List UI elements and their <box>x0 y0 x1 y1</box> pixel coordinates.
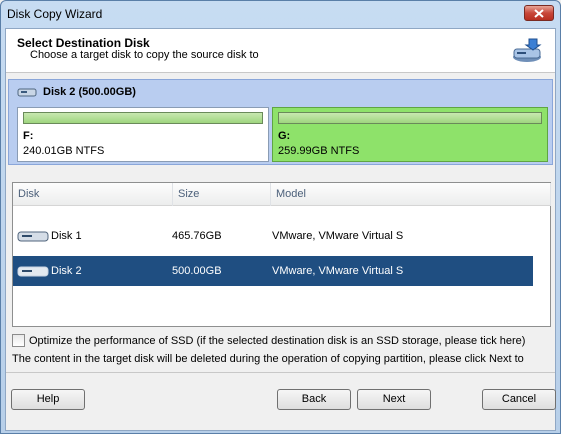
destination-disk-header: Disk 2 (500.00GB) <box>9 80 552 103</box>
table-row[interactable]: Disk 1 465.76GB VMware, VMware Virtual S <box>13 221 533 251</box>
close-icon <box>534 8 544 18</box>
partition-usage-bar <box>23 112 263 124</box>
warning-note: The content in the target disk will be d… <box>12 353 524 365</box>
wizard-header: Select Destination Disk Choose a target … <box>6 29 555 73</box>
partition-info: 259.99GB NTFS <box>278 145 360 157</box>
disk-table: Disk Size Model Disk 1 465.76GB VMware, … <box>12 182 551 327</box>
disk-icon <box>17 231 49 242</box>
partition-letter: G: <box>278 130 291 142</box>
next-button[interactable]: Next <box>357 389 431 410</box>
row-model: VMware, VMware Virtual S <box>272 265 404 277</box>
row-disk: Disk 2 <box>51 265 82 277</box>
table-row[interactable]: Disk 2 500.00GB VMware, VMware Virtual S <box>13 256 533 286</box>
destination-disk-panel: Disk 2 (500.00GB) F: 240.01GB NTFS G: 25… <box>8 79 553 165</box>
close-button[interactable] <box>524 5 554 21</box>
title-bar: Disk Copy Wizard <box>1 1 560 27</box>
page-title: Select Destination Disk <box>17 36 150 50</box>
cancel-button-label: Cancel <box>501 393 537 405</box>
wizard-client: Select Destination Disk Choose a target … <box>5 28 556 431</box>
destination-disk-label: Disk 2 (500.00GB) <box>43 85 136 98</box>
row-disk: Disk 1 <box>51 230 82 242</box>
cancel-button[interactable]: Cancel <box>482 389 556 410</box>
wizard-window: Disk Copy Wizard Select Destination Disk… <box>0 0 561 434</box>
disk-icon <box>17 266 49 277</box>
partition-info: 240.01GB NTFS <box>23 145 105 157</box>
help-button-label: Help <box>36 393 60 405</box>
column-header-disk[interactable]: Disk <box>13 183 173 206</box>
column-header-size[interactable]: Size <box>173 183 271 206</box>
back-button[interactable]: Back <box>277 389 351 410</box>
ssd-checkbox-label: Optimize the performance of SSD (if the … <box>29 334 526 347</box>
table-header: Disk Size Model <box>13 183 551 206</box>
row-size: 465.76GB <box>172 230 222 242</box>
footer-divider <box>6 372 555 373</box>
partition-g[interactable]: G: 259.99GB NTFS <box>272 107 548 162</box>
back-button-label: Back <box>301 393 327 405</box>
row-size: 500.00GB <box>172 265 222 277</box>
next-button-label: Next <box>382 393 406 405</box>
ssd-option[interactable]: Optimize the performance of SSD (if the … <box>12 334 525 347</box>
row-model: VMware, VMware Virtual S <box>272 230 404 242</box>
partition-f[interactable]: F: 240.01GB NTFS <box>17 107 269 162</box>
disk-copy-icon <box>513 38 542 62</box>
partition-usage-bar <box>278 112 542 124</box>
ssd-checkbox[interactable] <box>12 334 25 347</box>
page-subtitle: Choose a target disk to copy the source … <box>30 49 259 61</box>
window-title: Disk Copy Wizard <box>7 7 103 21</box>
help-button[interactable]: Help <box>11 389 85 410</box>
disk-icon <box>17 88 37 96</box>
column-header-model[interactable]: Model <box>271 183 551 206</box>
partition-letter: F: <box>23 130 34 142</box>
